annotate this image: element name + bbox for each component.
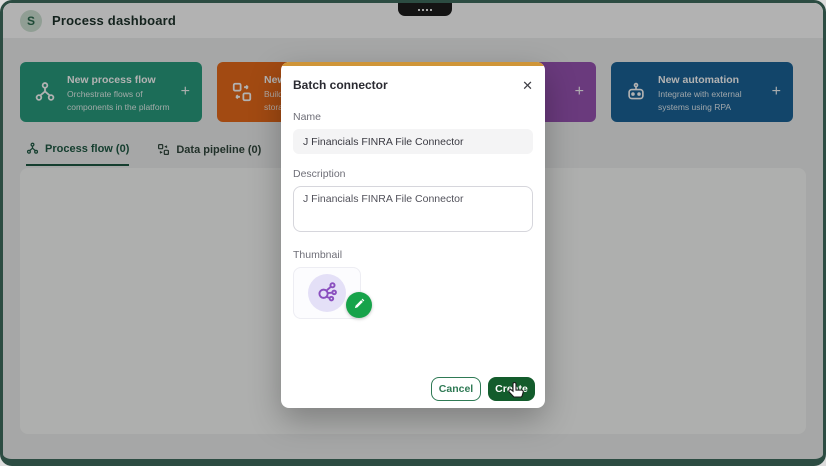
dialog-title: Batch connector bbox=[293, 78, 388, 92]
description-input[interactable]: J Financials FINRA File Connector bbox=[293, 186, 533, 232]
app-window: S Process dashboard New process flow Orc… bbox=[0, 0, 826, 466]
name-input[interactable] bbox=[293, 129, 533, 154]
close-icon[interactable]: ✕ bbox=[522, 79, 533, 92]
batch-connector-dialog: Batch connector ✕ Name Description J Fin… bbox=[281, 62, 545, 408]
screen-notch bbox=[398, 3, 452, 16]
cancel-button[interactable]: Cancel bbox=[431, 377, 481, 401]
edit-thumbnail-button[interactable] bbox=[346, 292, 372, 318]
thumbnail-label: Thumbnail bbox=[293, 249, 533, 261]
description-label: Description bbox=[293, 168, 533, 180]
create-button[interactable]: Create bbox=[488, 377, 535, 401]
name-label: Name bbox=[293, 111, 533, 123]
connector-hub-icon bbox=[316, 280, 338, 307]
pencil-icon bbox=[353, 298, 365, 313]
